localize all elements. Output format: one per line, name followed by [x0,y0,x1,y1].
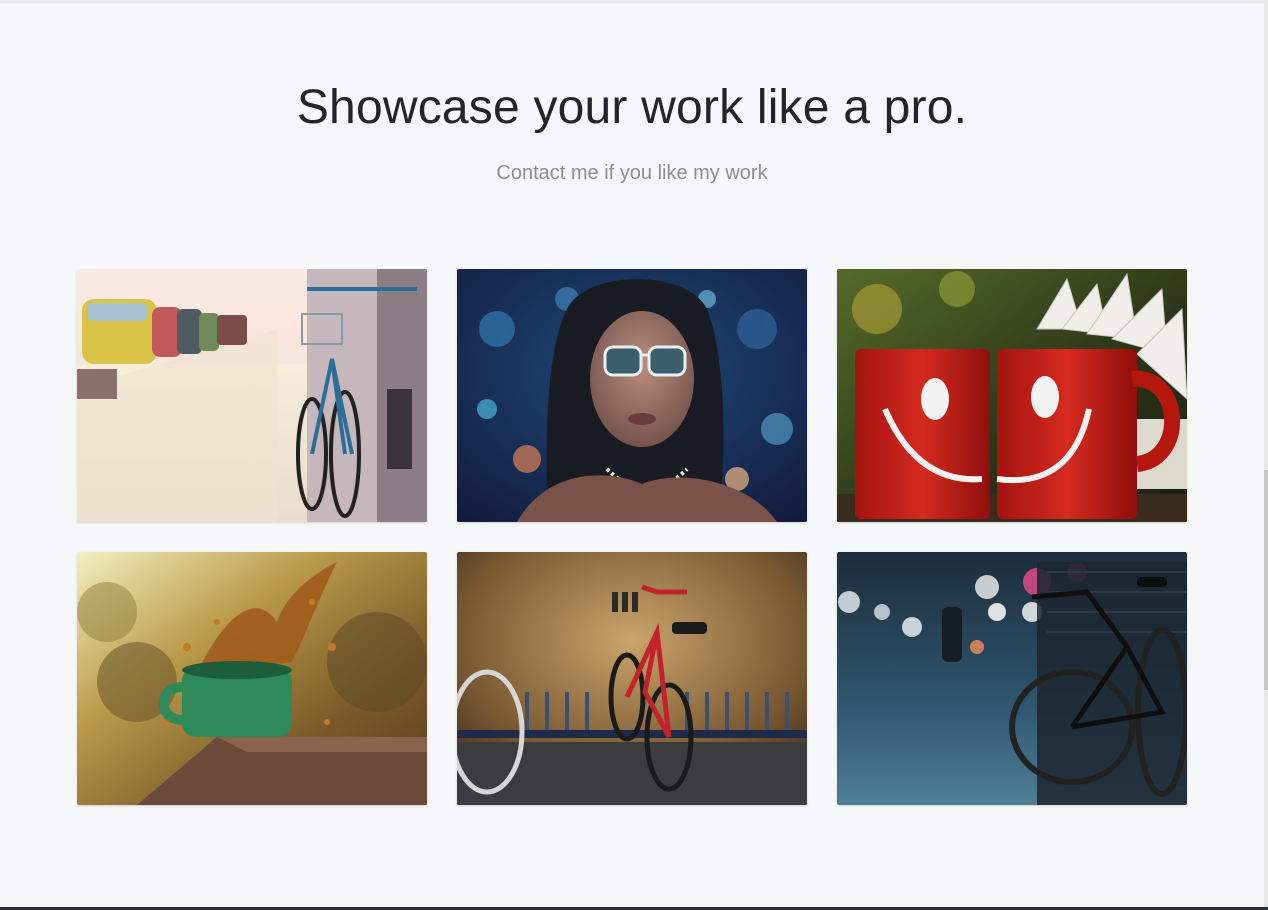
page-title: Showcase your work like a pro. [296,81,968,134]
scrollbar-track[interactable] [1264,0,1268,910]
scrollbar-thumb[interactable] [1264,470,1268,690]
gallery-item-bicycle-sidewalk[interactable] [77,269,427,522]
red-bicycle-image [457,552,807,805]
top-divider [0,0,1268,3]
page-subtitle: Contact me if you like my work [496,162,768,184]
night-bicycle-image [837,552,1187,805]
smiley-mugs-image [837,269,1187,522]
page: Showcase your work like a pro. Contact m… [0,0,1268,910]
portfolio-gallery [77,269,1187,805]
woman-sunglasses-image [457,269,807,522]
gallery-item-woman-sunglasses[interactable] [457,269,807,522]
gallery-item-smiley-mugs[interactable] [837,269,1187,522]
gallery-item-night-bicycle[interactable] [837,552,1187,805]
gallery-item-coffee-splash[interactable] [77,552,427,805]
bicycle-sidewalk-image [77,269,427,522]
coffee-splash-image [77,552,427,805]
gallery-item-red-bicycle[interactable] [457,552,807,805]
